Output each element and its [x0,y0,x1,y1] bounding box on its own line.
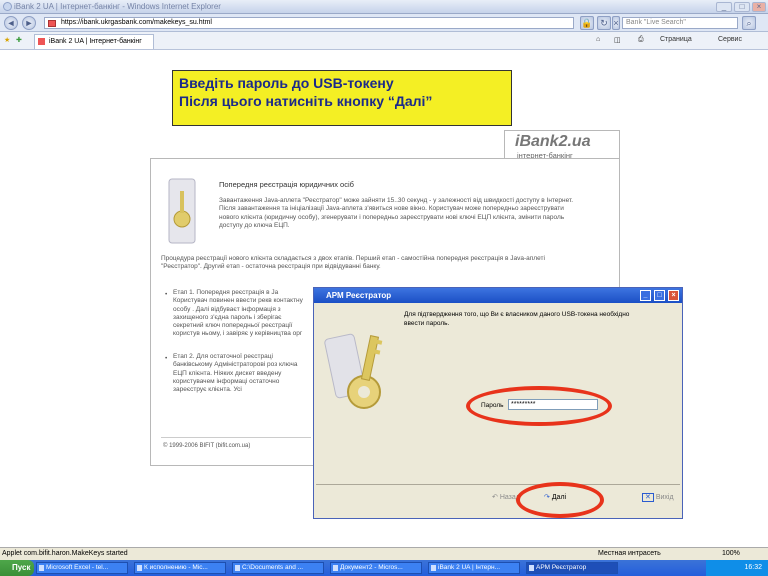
task-label: Microsoft Excel - tel... [46,564,109,571]
callout-line-2: Після цього натисніть кнопку “Далі” [179,93,433,109]
minimize-button[interactable]: _ [716,2,732,12]
exit-label: Вихід [655,494,674,501]
dialog-title: АРМ Реєстратор [326,291,392,300]
window-title-bar: iBank 2 UA | Інтернет-банкінг - Windows … [0,0,768,14]
status-bar: Applet com.bifit.haron.MakeKeys started … [0,547,768,560]
print-icon[interactable]: ⎙ [638,36,644,44]
usb-token-icon [168,178,196,244]
dialog-minimize-button[interactable]: _ [640,290,651,301]
taskbar-item[interactable]: iBank 2 UA | Інтерн... [428,562,520,574]
next-highlight [516,482,604,518]
lock-icon[interactable]: 🔒 [580,16,594,30]
dialog-close-button[interactable]: × [668,290,679,301]
brand-tab: iBank2.ua інтернет-банкінг [504,130,620,160]
favicon-icon [48,20,56,27]
dialog-title-bar: АРМ Реєстратор _ □ × [314,288,682,303]
stage1-text: Етап 1. Попередня реєстрація в Ja Корист… [173,289,303,338]
back-icon[interactable]: ◄ [4,16,18,30]
tab-ibank[interactable]: iBank 2 UA | Інтернет-банкінг [34,34,154,49]
app-icon [137,565,142,571]
copyright-text: © 1999-2006 BIFIT (bifit.com.ua) [163,443,251,449]
password-highlight [466,386,612,426]
status-text: Applet com.bifit.haron.MakeKeys started [2,550,128,557]
taskbar-item-active[interactable]: АРМ Реєстратор [526,562,618,574]
maximize-button[interactable]: □ [734,2,750,12]
callout-line-1: Введіть пароль до USB-токену [179,75,394,91]
close-button[interactable]: × [752,2,766,12]
dialog-separator [316,484,680,485]
home-icon[interactable]: ⌂ [596,36,600,43]
bullet-dot: • [165,291,168,298]
page-heading: Попередня реєстрація юридичних осіб [219,180,354,189]
key-icon [324,333,383,409]
task-label: iBank 2 UA | Інтерн... [438,564,500,571]
tab-favicon-icon [38,38,45,45]
task-label: C:\Documents and ... [242,564,304,571]
page-menu[interactable]: Страница [660,36,692,43]
task-label: Документ2 - Micros... [340,564,403,571]
search-input[interactable]: Bank "Live Search" [622,17,738,29]
window-title: iBank 2 UA | Інтернет-банкінг - Windows … [14,2,221,11]
task-label: АРМ Реєстратор [536,564,587,571]
taskbar-item[interactable]: Microsoft Excel - tel... [36,562,128,574]
refresh-icon[interactable]: ↻ [597,16,611,30]
taskbar-item[interactable]: C:\Documents and ... [232,562,324,574]
app-icon [529,565,534,571]
feeds-icon[interactable]: ◫ [614,36,621,44]
footer-divider [161,437,311,438]
app-icon [39,565,44,571]
url-input[interactable]: https://ibank.ukrgasbank.com/makekeys_su… [44,17,574,29]
system-tray: 16:32 [706,560,768,576]
intro-text: Завантаження Java-аплета "Реєстратор" мо… [219,197,574,229]
tools-menu[interactable]: Сервис [718,36,742,43]
taskbar-item[interactable]: К исполнению - Mic... [134,562,226,574]
app-icon [235,565,240,571]
taskbar-item[interactable]: Документ2 - Micros... [330,562,422,574]
zone-text: Местная интрасеть [598,550,661,557]
taskbar: Пуск Microsoft Excel - tel... К исполнен… [0,560,768,576]
tab-bar: ★ ✚ iBank 2 UA | Інтернет-банкінг ⌂ ◫ ⎙ … [0,32,768,50]
start-button[interactable]: Пуск [0,560,34,576]
procedure-text: Процедура реєстрації нового клієнта скла… [161,255,545,271]
instruction-callout: Введіть пароль до USB-токену Після цього… [172,70,512,126]
clock[interactable]: 16:32 [744,564,762,571]
ie-icon [3,2,12,11]
tab-label: iBank 2 UA | Інтернет-банкінг [49,38,142,45]
search-icon[interactable]: ⌕ [742,16,756,30]
brand-logo: iBank2.ua [515,133,591,150]
app-icon [431,565,436,571]
address-bar: ◄ ► https://ibank.ukrgasbank.com/makekey… [0,14,768,32]
dialog-maximize-button[interactable]: □ [654,290,665,301]
zoom-level[interactable]: 100% [722,548,740,560]
app-icon [333,565,338,571]
favorites-star-icon[interactable]: ★ [4,36,10,44]
exit-button[interactable]: ✕ Вихід [642,493,674,502]
stage2-text: Етап 2. Для остаточної реєстраці банківс… [173,353,298,394]
forward-icon[interactable]: ► [22,16,36,30]
stop-icon[interactable]: × [612,16,620,30]
registrar-dialog: АРМ Реєстратор _ □ × Для підтвердження т… [313,287,683,519]
exit-icon: ✕ [642,493,654,502]
back-arrow-icon: ↶ [492,494,500,501]
add-favorites-icon[interactable]: ✚ [16,36,22,44]
url-text: https://ibank.ukrgasbank.com/makekeys_su… [61,19,212,26]
bullet-dot: • [165,355,168,362]
task-label: К исполнению - Mic... [144,564,208,571]
dialog-message: Для підтвердження того, що Ви є власнико… [404,311,630,327]
